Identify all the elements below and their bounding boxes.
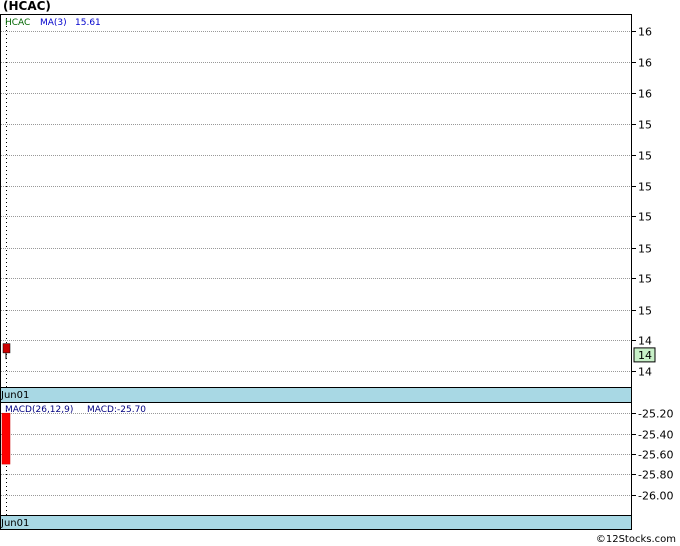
price-x-label: Jun01 xyxy=(0,390,29,401)
price-tick-label: 15 xyxy=(638,150,652,163)
macd-panel: -25.20 -25.40 -25.60 -25.80 -26.00 Jun01 MAC… xyxy=(0,402,673,530)
site-credit: ©12Stocks.com xyxy=(595,534,676,545)
legend-macd-value: MACD:-25.70 xyxy=(87,405,146,415)
price-tick-label: 16 xyxy=(638,57,652,70)
price-tick-label: 15 xyxy=(638,243,652,256)
price-panel: 161616151515151515151414 Jun01 HCAC MA(3… xyxy=(0,14,656,403)
price-tick-label: 16 xyxy=(638,88,652,101)
price-tick-label: 15 xyxy=(638,119,652,132)
last-price-tag: 14 xyxy=(633,347,656,363)
price-tick-label: 15 xyxy=(638,273,652,286)
legend-ma-value: 15.61 xyxy=(75,18,101,28)
stock-chart: 161616151515151515151414 Jun01 HCAC MA(3… xyxy=(0,14,673,530)
price-y-axis: 161616151515151515151414 xyxy=(632,26,652,379)
macd-plot-area xyxy=(0,402,632,516)
price-tick-label: 16 xyxy=(638,26,652,39)
price-tick-label: 14 xyxy=(638,366,652,379)
macd-bars xyxy=(1,412,11,465)
last-price-tag-text: 14 xyxy=(638,349,652,362)
legend-macd-name: MACD(26,12,9) xyxy=(5,405,73,415)
candle-body xyxy=(2,343,11,354)
macd-date-band xyxy=(0,515,632,530)
macd-tick-label: -26.00 xyxy=(638,490,673,503)
legend-ma-name: MA(3) xyxy=(40,18,67,28)
price-tick-label: 15 xyxy=(638,211,652,224)
macd-tick-label: -25.80 xyxy=(638,469,673,482)
macd-y-axis: -25.20 -25.40 -25.60 -25.80 -26.00 xyxy=(632,408,673,503)
price-tick-label: 15 xyxy=(638,181,652,194)
price-plot-area xyxy=(0,14,632,388)
price-tick-label: 14 xyxy=(638,335,652,348)
macd-bar xyxy=(1,412,11,465)
macd-tick-label: -25.60 xyxy=(638,449,673,462)
macd-tick-label: -25.40 xyxy=(638,429,673,442)
macd-x-label: Jun01 xyxy=(0,518,29,529)
legend-ticker: HCAC xyxy=(5,18,30,28)
macd-tick-label: -25.20 xyxy=(638,408,673,421)
price-date-band xyxy=(0,387,632,403)
price-tick-label: 15 xyxy=(638,305,652,318)
